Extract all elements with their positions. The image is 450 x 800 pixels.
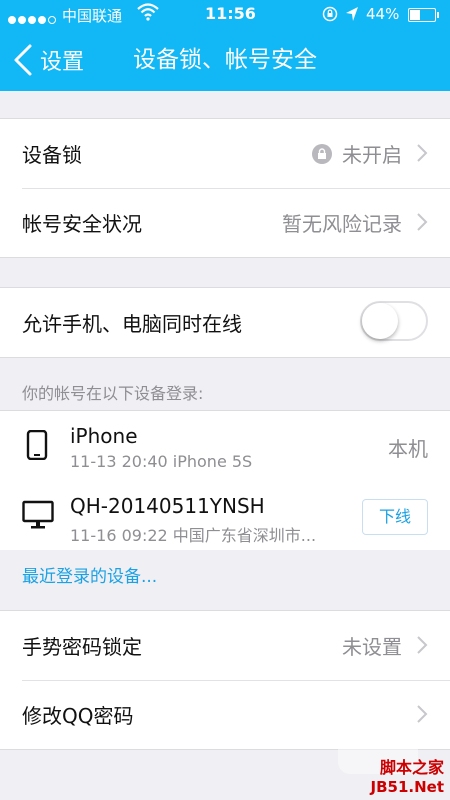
recent-devices-link[interactable]: 最近登录的设备... [22,562,157,587]
logout-device-button[interactable]: 下线 [362,499,428,535]
location-icon [346,7,358,21]
account-status-value: 暂无风险记录 [282,212,402,236]
device-item-pc: QH-20140511YNSH 11-16 09:22 中国广东省深圳市... … [0,480,450,550]
watermark: 脚本之家 JB51.Net [338,714,444,796]
device-info: 11-16 09:22 中国广东省深圳市... [70,526,317,545]
device-lock-value: 未开启 [342,143,402,167]
wifi-icon [137,3,159,21]
change-password-label: 修改QQ密码 [22,704,134,728]
devices-section-header: 你的帐号在以下设备登录: [0,357,450,411]
security-group: 设备锁 未开启 帐号安全状况 暂无风险记录 [0,118,450,258]
online-toggle-row: 允许手机、电脑同时在线 [0,288,450,357]
status-bar: 中国联通 11:56 44% [0,0,450,30]
device-lock-row[interactable]: 设备锁 未开启 [0,119,450,188]
devices-section-label: 你的帐号在以下设备登录: [22,384,204,403]
device-item-iphone: iPhone 11-13 20:40 iPhone 5S 本机 [0,410,450,480]
page-title: 设备锁、帐号安全 [133,47,317,73]
devices-group: 允许手机、电脑同时在线 你的帐号在以下设备登录: iPhone 11-13 20… [0,287,450,550]
monitor-icon [22,500,54,529]
gesture-lock-value: 未设置 [342,635,402,659]
device-lock-value-wrap: 未开启 [312,139,402,168]
nav-bar: 中国联通 11:56 44% 设置 设备锁、帐号安全 [0,0,450,91]
lock-icon [312,143,332,164]
carrier-label: 中国联通 [62,7,123,25]
battery-percent: 44% [366,5,400,23]
account-status-row[interactable]: 帐号安全状况 暂无风险记录 [0,188,450,257]
chevron-right-icon [417,636,428,654]
account-status-label: 帐号安全状况 [22,212,142,236]
watermark-line1: 脚本之家 [379,758,444,777]
battery-icon [408,8,439,22]
chevron-right-icon [417,213,428,231]
gesture-lock-label: 手势密码锁定 [22,635,142,659]
phone-icon [26,430,48,460]
device-name: iPhone [70,424,138,448]
chevron-right-icon [417,144,428,162]
toggle-knob [362,303,398,339]
chevron-right-icon [417,705,428,723]
clock: 11:56 [205,4,256,23]
device-name: QH-20140511YNSH [70,494,265,518]
device-lock-label: 设备锁 [22,143,82,167]
signal-icon [8,10,58,28]
this-device-badge: 本机 [388,437,428,461]
online-toggle-label: 允许手机、电脑同时在线 [22,312,242,336]
gesture-lock-row[interactable]: 手势密码锁定 未设置 [0,611,450,680]
watermark-line2: JB51.Net [370,778,444,796]
rotation-lock-icon [322,6,338,22]
device-info: 11-13 20:40 iPhone 5S [70,452,253,471]
online-toggle[interactable] [360,301,428,341]
